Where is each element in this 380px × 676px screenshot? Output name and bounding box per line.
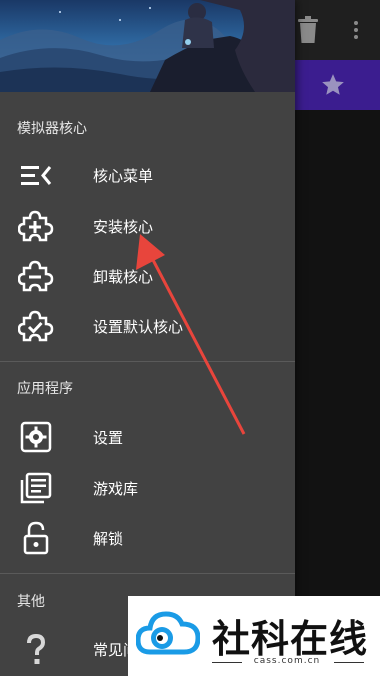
menu-item-label: 设置	[93, 429, 124, 447]
menu-item-unlock[interactable]: 解锁	[0, 513, 295, 563]
unlock-icon	[23, 521, 49, 555]
section-divider	[0, 573, 295, 574]
drawer-header-image	[0, 0, 295, 92]
menu-item-label: 安装核心	[93, 218, 154, 236]
menu-item-label: 卸载核心	[93, 268, 154, 286]
menu-item-set-default-core[interactable]: 设置默认核心	[0, 301, 295, 351]
menu-item-settings[interactable]: 设置	[0, 412, 295, 462]
menu-item-uninstall-core[interactable]: 卸载核心	[0, 251, 295, 301]
section-title-emulator-cores: 模拟器核心	[17, 121, 87, 137]
more-vert-icon[interactable]	[350, 18, 362, 42]
puzzle-plus-icon	[18, 210, 54, 242]
gear-icon	[20, 421, 52, 453]
puzzle-minus-icon	[18, 260, 54, 292]
menu-item-label: 核心菜单	[93, 167, 154, 185]
watermark-logo-icon	[136, 611, 200, 655]
trash-icon[interactable]	[296, 16, 320, 44]
puzzle-check-icon	[18, 310, 54, 342]
menu-item-label: 设置默认核心	[93, 318, 184, 336]
menu-item-core-menu[interactable]: 核心菜单	[0, 150, 295, 200]
watermark-rule	[334, 662, 364, 663]
library-icon	[20, 472, 52, 504]
watermark: 社科在线 cass.com.cn	[128, 596, 380, 676]
menu-item-label: 解锁	[93, 530, 124, 548]
watermark-title: 社科在线	[212, 617, 369, 661]
menu-item-install-core[interactable]: 安装核心	[0, 201, 295, 251]
section-divider	[0, 361, 295, 362]
menu-item-game-library[interactable]: 游戏库	[0, 463, 295, 513]
section-title-other: 其他	[17, 594, 45, 610]
navigation-drawer: 模拟器核心 核心菜单 安装核心 卸载核心 设置默认核心 应用程序 设置 游戏库 …	[0, 0, 295, 676]
help-icon	[27, 633, 46, 664]
screen: 模拟器核心 核心菜单 安装核心 卸载核心 设置默认核心 应用程序 设置 游戏库 …	[0, 0, 380, 676]
menu-collapse-icon	[21, 166, 52, 185]
section-title-application: 应用程序	[17, 381, 73, 397]
star-icon[interactable]	[320, 72, 346, 98]
watermark-url: cass.com.cn	[253, 656, 321, 666]
menu-item-label: 游戏库	[93, 480, 139, 498]
